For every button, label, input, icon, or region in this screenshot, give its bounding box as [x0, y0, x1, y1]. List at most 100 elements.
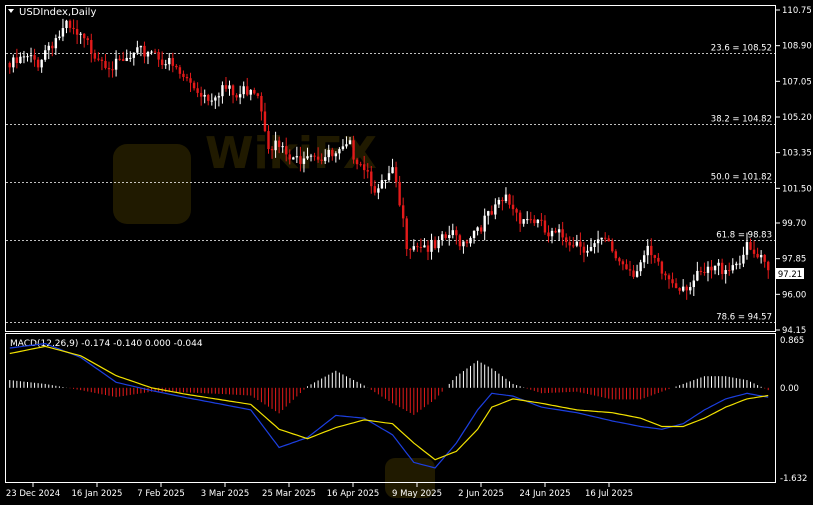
candle-body [217, 96, 221, 98]
candle-body [175, 65, 178, 68]
candle-body [182, 73, 185, 77]
candle-body [104, 60, 107, 68]
candle-body [504, 194, 508, 202]
candle-body [75, 28, 79, 35]
date-tick-label: 23 Dec 2024 [6, 489, 60, 499]
date-tick-label: 16 Jan 2025 [72, 489, 123, 499]
candle-body [121, 59, 125, 62]
candle-body [451, 230, 454, 236]
candle-body [678, 287, 681, 291]
candle-body [565, 237, 568, 243]
candle-body [444, 234, 447, 238]
candle-body [68, 20, 72, 28]
price-tick-label: 94.15 [782, 326, 806, 336]
candle-body [168, 58, 171, 65]
candle-body [47, 45, 50, 51]
candle-body [12, 57, 15, 68]
candle-body [728, 270, 731, 272]
date-tick-label: 9 May 2025 [392, 489, 442, 499]
candle-body [242, 86, 245, 95]
candle-body [366, 170, 369, 172]
candle-body [327, 149, 330, 158]
candle-body [745, 242, 749, 255]
candle-body [285, 146, 288, 155]
candle-body [157, 52, 160, 60]
current-price-label: 97.21 [778, 270, 802, 280]
price-tick-label: 101.50 [782, 184, 812, 194]
candle-body [614, 251, 618, 259]
price-tick-label: 99.70 [782, 219, 806, 229]
candle-body [302, 158, 306, 164]
candle-body [557, 229, 561, 233]
candle-body [426, 245, 430, 252]
candle-body [44, 50, 47, 60]
candle-body [767, 261, 770, 271]
candle-body [199, 92, 203, 97]
candle-body [207, 94, 210, 101]
candle-body [93, 53, 97, 59]
date-tick-label: 24 Jun 2025 [519, 489, 570, 499]
candle-body [717, 262, 720, 266]
candle-body [586, 250, 589, 253]
candle-body [575, 241, 579, 246]
candle-body [759, 254, 763, 258]
chart-title-bar[interactable]: USDIndex,Daily [8, 7, 96, 18]
candle-body [621, 261, 625, 265]
candle-body [132, 52, 136, 58]
watermark-text: WikiFX [205, 128, 377, 179]
date-tick-label: 2 Jun 2025 [458, 489, 504, 499]
candle-body [228, 85, 231, 89]
candle-body [635, 271, 639, 277]
candle-body [536, 219, 540, 224]
candle-body [650, 245, 653, 256]
candle-body [19, 56, 22, 63]
candle-body [674, 283, 678, 288]
candle-body [153, 51, 157, 53]
candle-body [352, 140, 355, 160]
candle-body [529, 219, 532, 221]
date-tick-label: 3 Mar 2025 [201, 489, 249, 499]
candle-body [405, 218, 408, 250]
candle-body [224, 85, 228, 89]
candle-body [437, 240, 440, 249]
candle-body [543, 220, 547, 233]
candle-body [763, 254, 766, 262]
candle-body [231, 85, 235, 96]
current-price-marker: 97.21 [776, 268, 804, 280]
date-tick-label: 7 Feb 2025 [137, 489, 185, 499]
candle-body [384, 180, 387, 182]
candle-body [72, 27, 75, 29]
watermark-logo [113, 144, 191, 224]
candle-body [653, 255, 657, 258]
candle-body [735, 263, 738, 266]
candle-body [249, 90, 252, 95]
candle-body [61, 28, 65, 37]
candle-body [455, 230, 458, 236]
candle-body [51, 45, 54, 49]
candle-body [660, 261, 664, 274]
candle-body [589, 247, 593, 251]
candle-body [706, 266, 710, 273]
candle-body [720, 262, 724, 275]
candle-body [756, 253, 759, 258]
candle-body [26, 56, 29, 58]
date-tick-label: 25 Mar 2025 [262, 489, 316, 499]
candle-body [274, 140, 277, 151]
chart-canvas[interactable]: WikiFX USDIndex,Daily MACD(12,26,9) -0.1… [0, 0, 813, 501]
trading-chart-window[interactable]: WikiFX USDIndex,Daily MACD(12,26,9) -0.1… [0, 0, 813, 501]
candle-body [561, 229, 564, 238]
candle-body [253, 90, 256, 94]
candle-body [497, 199, 501, 205]
candle-body [238, 94, 242, 98]
candle-body [139, 45, 143, 48]
candle-body [554, 230, 557, 233]
candle-body [494, 204, 497, 215]
candle-body [596, 239, 600, 244]
candle-body [742, 254, 745, 264]
candle-body [724, 270, 727, 275]
candle-body [348, 140, 352, 145]
candle-body [320, 159, 323, 161]
candle-body [178, 67, 182, 74]
candle-body [160, 59, 164, 65]
candle-body [501, 199, 504, 202]
